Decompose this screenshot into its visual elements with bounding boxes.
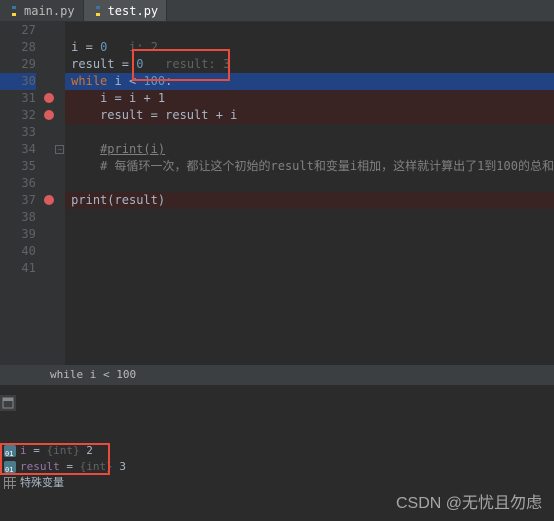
int-icon xyxy=(4,461,16,473)
status-bar: while i < 100 xyxy=(0,365,554,385)
tab-test-py[interactable]: test.py xyxy=(84,0,168,21)
line-gutter: 272829303132333435363738394041 xyxy=(0,22,42,384)
variables-panel: i = {int} 2 result = {int} 3 特殊变量 xyxy=(0,443,554,491)
tab-main-py[interactable]: main.py xyxy=(0,0,84,21)
tab-label: test.py xyxy=(108,4,159,18)
breakpoint-icon[interactable] xyxy=(44,195,54,205)
breakpoint-column[interactable] xyxy=(42,22,55,384)
fold-icon[interactable]: − xyxy=(55,145,64,154)
watermark: CSDN @无忧且勿虑 xyxy=(396,489,542,513)
tab-bar: main.py test.py xyxy=(0,0,554,22)
breakpoint-icon[interactable] xyxy=(44,110,54,120)
tab-label: main.py xyxy=(24,4,75,18)
code-area[interactable]: i = 0 i: 2 result = 0 result: 3 while i … xyxy=(65,22,554,384)
breakpoint-icon[interactable] xyxy=(44,93,54,103)
status-text: while i < 100 xyxy=(50,368,136,381)
variable-row[interactable]: i = {int} 2 xyxy=(0,443,554,459)
variable-row[interactable]: result = {int} 3 xyxy=(0,459,554,475)
grid-icon xyxy=(4,477,16,489)
fold-column[interactable]: − xyxy=(54,22,65,384)
code-editor[interactable]: 272829303132333435363738394041 − i = 0 i… xyxy=(0,22,554,384)
int-icon xyxy=(4,445,16,457)
python-icon xyxy=(8,5,20,17)
panel-toggle[interactable] xyxy=(0,395,16,411)
python-icon xyxy=(92,5,104,17)
